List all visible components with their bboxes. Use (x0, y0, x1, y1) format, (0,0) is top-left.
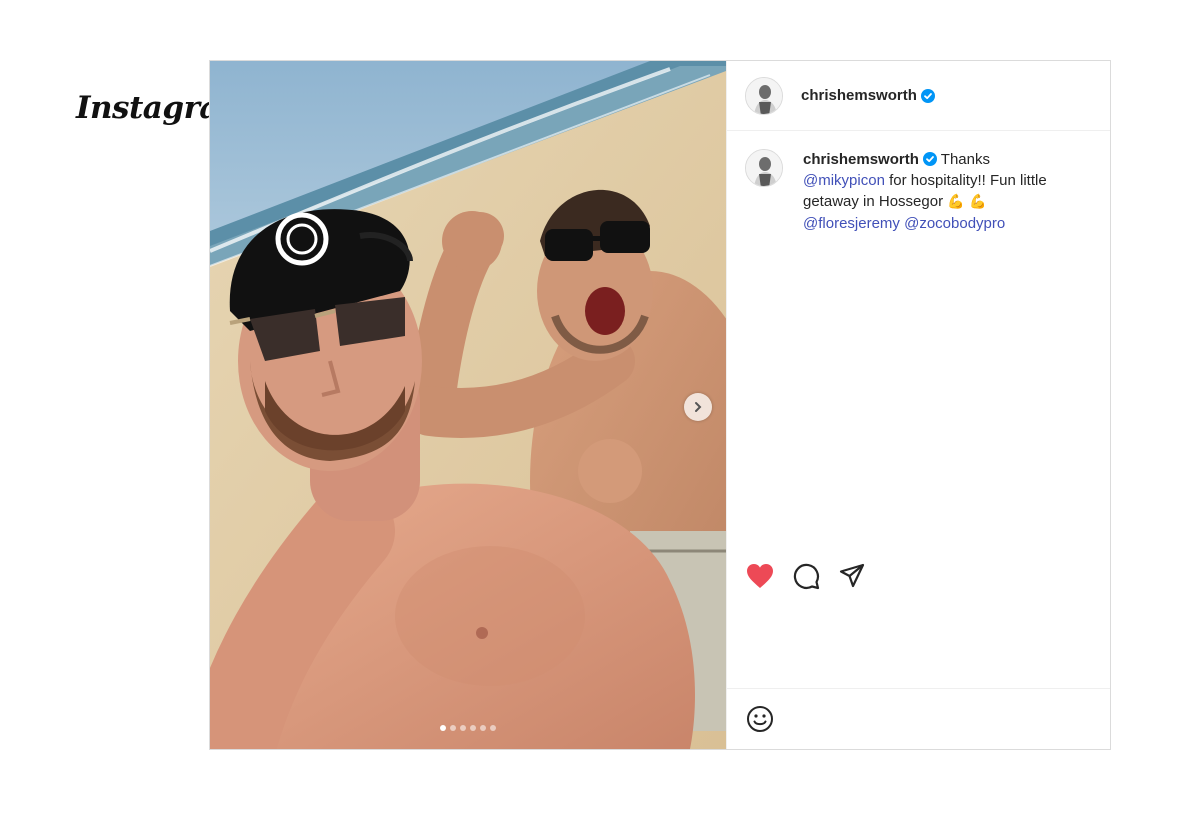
chevron-right-icon (695, 402, 702, 412)
smiley-icon (747, 706, 773, 732)
carousel-dot (490, 725, 496, 731)
caption-author-username[interactable]: chrishemsworth (803, 151, 919, 168)
flexed-biceps-emoji: 💪 💪 (947, 194, 987, 210)
author-avatar[interactable] (745, 76, 783, 115)
mention-link[interactable]: @mikypicon (803, 172, 885, 189)
carousel-dot (470, 725, 476, 731)
avatar-image (746, 150, 782, 186)
emoji-picker-button[interactable] (745, 704, 775, 734)
carousel-dot (460, 725, 466, 731)
mention-link[interactable]: @zocobodypro (904, 215, 1005, 232)
comment-button[interactable] (791, 561, 821, 591)
carousel-next-button[interactable] (684, 393, 712, 421)
post-header: chrishemsworth (727, 61, 1110, 131)
post-media[interactable] (210, 61, 726, 749)
caption-author-avatar[interactable] (745, 149, 783, 187)
like-button[interactable] (745, 561, 775, 591)
carousel-dot (450, 725, 456, 731)
comment-composer (727, 688, 1110, 749)
mention-link[interactable]: @floresjeremy (803, 215, 900, 232)
share-button[interactable] (837, 561, 867, 591)
author-username[interactable]: chrishemsworth (801, 87, 917, 104)
caption-text-part: Thanks (940, 151, 990, 168)
avatar-image (746, 77, 782, 114)
carousel-dot (440, 725, 446, 731)
post-card: chrishemsworth chrishemsworth Thanks @mi… (209, 60, 1111, 750)
verified-badge-icon (920, 88, 935, 103)
post-side-panel: chrishemsworth chrishemsworth Thanks @mi… (726, 61, 1110, 749)
caption-text: chrishemsworth Thanks @mikypicon for hos… (803, 149, 1083, 234)
comment-icon (793, 563, 820, 590)
verified-badge-icon (922, 152, 937, 166)
post-photo (210, 61, 726, 749)
carousel-indicator (210, 725, 726, 731)
carousel-dot (480, 725, 486, 731)
caption-comment: chrishemsworth Thanks @mikypicon for hos… (745, 149, 1090, 234)
post-actions (745, 561, 867, 591)
share-icon (839, 563, 865, 588)
heart-filled-icon (747, 564, 773, 588)
